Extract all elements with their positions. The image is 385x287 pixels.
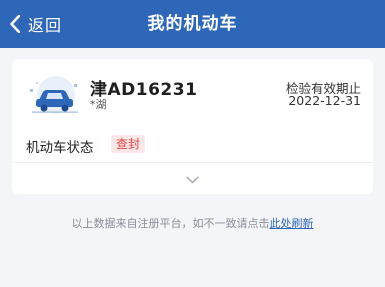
- data-source-note: 以上数据来自注册平台，如不一致请点击此处刷新: [0, 215, 385, 231]
- status-label: 机动车状态: [26, 140, 94, 156]
- vehicle-brand: *湖: [90, 98, 107, 111]
- expand-button[interactable]: [12, 163, 373, 194]
- note-text: 以上数据来自注册平台，如不一致请点击: [71, 217, 270, 230]
- back-button[interactable]: 返回: [10, 0, 62, 48]
- vehicle-card: 津AD16231 *湖 检验有效期止 2022-12-31 机动车状态 查封: [12, 59, 373, 194]
- inspection-date: 2022-12-31: [288, 93, 361, 108]
- car-icon: [26, 75, 82, 115]
- top-nav-bar: 返回 我的机动车: [0, 0, 385, 48]
- status-badge: 查封: [111, 135, 146, 153]
- chevron-down-icon: [186, 169, 199, 188]
- refresh-link[interactable]: 此处刷新: [270, 217, 314, 230]
- back-label: 返回: [28, 16, 63, 35]
- back-arrow-icon: [10, 15, 20, 33]
